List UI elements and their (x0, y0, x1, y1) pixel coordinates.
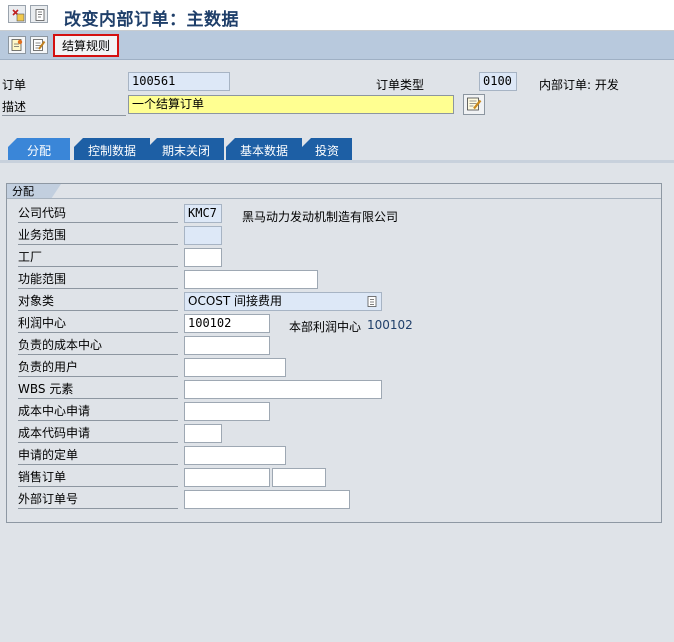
requesting-company-code-field[interactable] (184, 424, 222, 443)
object-class-label: 对象类 (18, 294, 178, 311)
tab-underline (0, 160, 674, 163)
long-text-edit-icon[interactable] (463, 94, 485, 115)
order-header: 订单 100561 订单类型 0100 内部订单: 开发 描述 一个结算订单 (0, 60, 674, 130)
business-area-label: 业务范围 (18, 228, 178, 245)
order-type-text: 内部订单: 开发 (539, 78, 619, 92)
order-type-field: 0100 (479, 72, 517, 91)
tab-general-data[interactable]: 基本数据 (226, 138, 302, 162)
company-code-field: KMC7 (184, 204, 222, 223)
responsible-cost-center-label: 负责的成本中心 (18, 338, 178, 355)
order-number-field: 100561 (128, 72, 230, 91)
plant-field[interactable] (184, 248, 222, 267)
company-code-label: 公司代码 (18, 206, 178, 223)
responsible-user-field[interactable] (184, 358, 286, 377)
functional-area-field[interactable] (184, 270, 318, 289)
tab-control-data[interactable]: 控制数据 (74, 138, 150, 162)
requesting-company-code-label: 成本代码申请 (18, 426, 178, 443)
plant-label: 工厂 (18, 250, 178, 267)
tab-investments[interactable]: 投资 (302, 138, 352, 162)
order-type-label: 订单类型 (376, 78, 425, 92)
dropdown-list-icon[interactable] (367, 296, 377, 307)
wbs-element-field[interactable] (184, 380, 382, 399)
profit-center-text-value: 100102 (367, 318, 413, 332)
new-document-icon[interactable] (8, 36, 26, 54)
external-order-number-field[interactable] (184, 490, 350, 509)
profit-center-label: 利润中心 (18, 316, 178, 333)
external-order-number-label: 外部订单号 (18, 492, 178, 509)
sales-order-label: 销售订单 (18, 470, 178, 487)
assignment-group: 分配 公司代码 KMC7 黑马动力发动机制造有限公司 业务范围 工厂 功能范围 … (6, 183, 662, 523)
responsible-cost-center-field[interactable] (184, 336, 270, 355)
profit-center-text-label: 本部利润中心 (289, 320, 362, 334)
requesting-order-field[interactable] (184, 446, 286, 465)
window-title: 改变内部订单：主数据 (64, 10, 239, 30)
company-name-text: 黑马动力发动机制造有限公司 (242, 210, 399, 224)
responsible-user-label: 负责的用户 (18, 360, 178, 377)
display-change-icon[interactable] (8, 5, 26, 23)
description-label: 描述 (2, 98, 126, 116)
sales-order-field[interactable] (184, 468, 270, 487)
functional-area-label: 功能范围 (18, 272, 178, 289)
business-area-field (184, 226, 222, 245)
object-class-select[interactable]: OCOST 间接费用 (184, 292, 382, 311)
empty-area (0, 523, 674, 642)
order-label: 订单 (2, 78, 27, 92)
description-field[interactable]: 一个结算订单 (128, 95, 454, 114)
tab-assignment[interactable]: 分配 (8, 138, 70, 162)
settlement-rule-button[interactable]: 结算规则 (53, 34, 119, 57)
sales-order-item-field[interactable] (272, 468, 326, 487)
group-title: 分配 (7, 184, 61, 199)
profit-center-field[interactable]: 100102 (184, 314, 270, 333)
wbs-element-label: WBS 元素 (18, 382, 178, 399)
edit-document-icon[interactable] (30, 36, 48, 54)
title-bar: 改变内部订单：主数据 (0, 0, 674, 31)
application-toolbar: 结算规则 (0, 31, 674, 60)
other-object-icon[interactable] (30, 5, 48, 23)
requesting-cost-center-label: 成本中心申请 (18, 404, 178, 421)
requesting-order-label: 申请的定单 (18, 448, 178, 465)
requesting-cost-center-field[interactable] (184, 402, 270, 421)
tab-period-end-closing[interactable]: 期末关闭 (148, 138, 224, 162)
group-divider (7, 198, 661, 199)
object-class-value: OCOST 间接费用 (188, 294, 283, 308)
